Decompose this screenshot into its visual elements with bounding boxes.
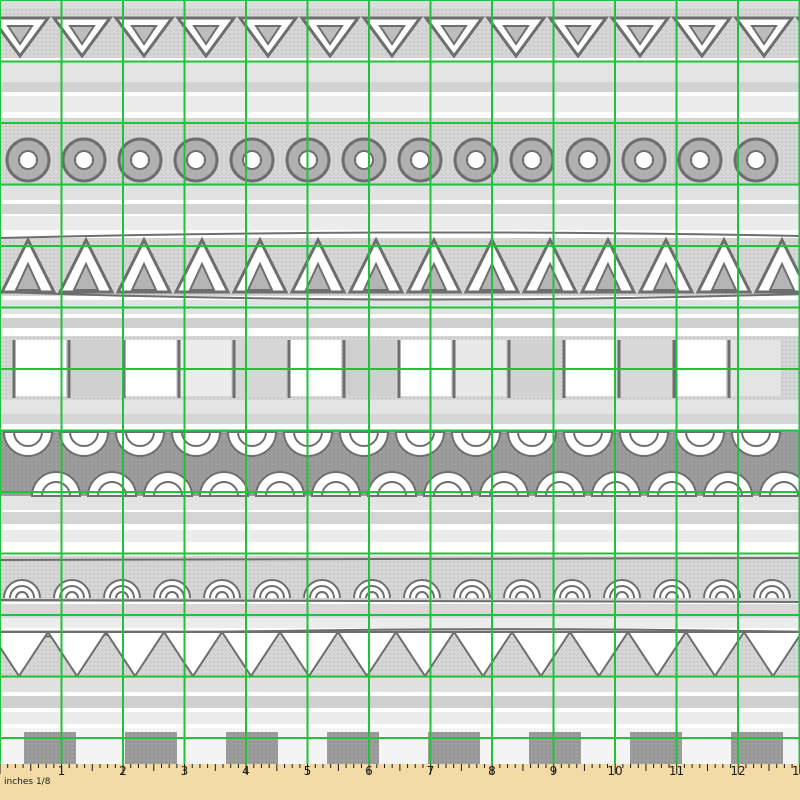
stripe <box>0 678 800 692</box>
stripe <box>0 96 800 112</box>
donut-hole <box>186 150 206 170</box>
stripe <box>0 400 800 414</box>
ruler-unit-label: inches 1/8 <box>4 777 51 787</box>
ruler-number: 7 <box>427 764 435 778</box>
stripe <box>0 618 800 628</box>
donut-hole <box>690 150 710 170</box>
ruler-number: 13 <box>792 764 800 778</box>
bottom-block <box>24 732 76 764</box>
ruler-number: 11 <box>669 764 684 778</box>
stripe <box>0 712 800 724</box>
bottom-block <box>125 732 177 764</box>
donut-hole <box>354 150 374 170</box>
bottom-block <box>226 732 278 764</box>
stripe <box>0 0 800 8</box>
stripe <box>0 318 800 328</box>
fabric-pattern: inches 1/8 12345678910111213 <box>0 0 800 800</box>
ruler-number: 9 <box>550 764 558 778</box>
ruler-number: 3 <box>181 764 189 778</box>
donut-hole <box>466 150 486 170</box>
stripe <box>0 216 800 230</box>
stripe <box>0 82 800 92</box>
stripe <box>0 530 800 542</box>
measuring-ruler: inches 1/8 12345678910111213 <box>0 764 800 800</box>
ruler-number: 10 <box>607 764 622 778</box>
donut-hole <box>578 150 598 170</box>
donut-hole <box>130 150 150 170</box>
stripe <box>0 496 800 510</box>
stripe <box>0 62 800 82</box>
donut-hole <box>74 150 94 170</box>
stripe <box>0 204 800 214</box>
pattern-bands <box>0 0 800 764</box>
donut-hole <box>634 150 654 170</box>
ruler-number: 8 <box>488 764 496 778</box>
bottom-block <box>327 732 379 764</box>
band-edge-line <box>0 231 800 239</box>
donut-hole <box>410 150 430 170</box>
ruler-number: 4 <box>242 764 250 778</box>
bottom-block <box>529 732 581 764</box>
fabric-swatch: inches 1/8 12345678910111213 <box>0 0 800 800</box>
ruler-number: 5 <box>304 764 312 778</box>
donut-hole <box>18 150 38 170</box>
stripe <box>0 414 800 424</box>
ruler-number: 2 <box>119 764 127 778</box>
donut-hole <box>746 150 766 170</box>
ruler-number: 1 <box>58 764 66 778</box>
stripe <box>0 186 800 200</box>
stripe <box>0 512 800 524</box>
donut-hole <box>522 150 542 170</box>
bottom-block <box>630 732 682 764</box>
stripe <box>0 696 800 708</box>
ruler-number: 6 <box>365 764 373 778</box>
bottom-block <box>428 732 480 764</box>
ruler-number: 12 <box>730 764 745 778</box>
